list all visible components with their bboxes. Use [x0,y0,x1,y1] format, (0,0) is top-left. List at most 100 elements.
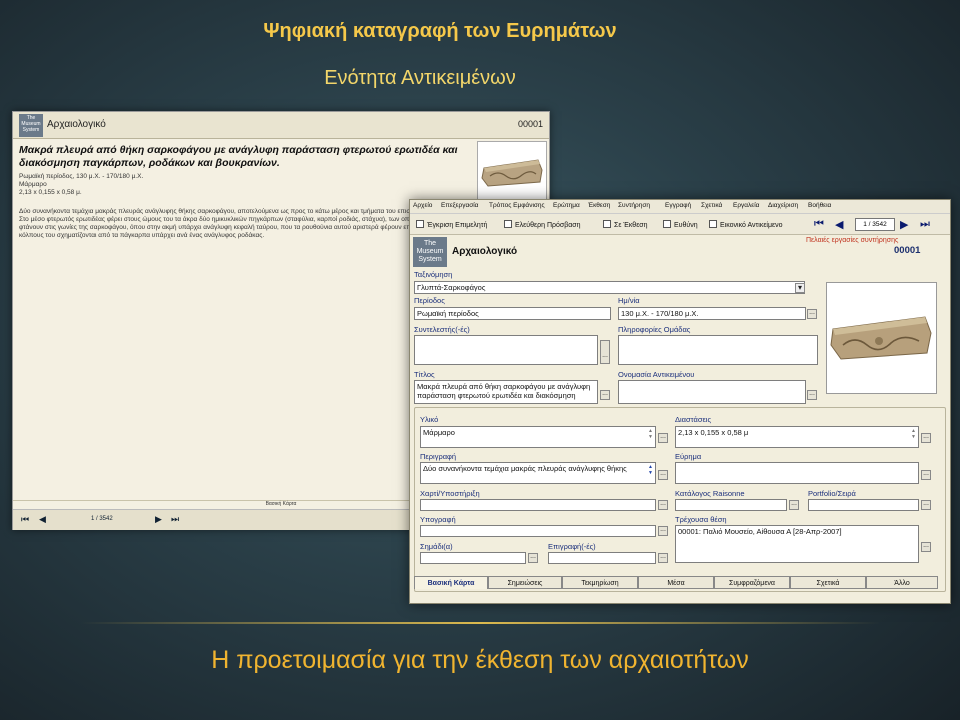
slide-footer: Η προετοιμασία για την έκθεση των αρχαιο… [211,646,749,674]
museum-system-logo: The Museum System [19,114,43,137]
portfolio-label: Portfolio/Σειρά [808,489,856,498]
scroll-arrows-icon: ▲ ▼ [911,428,916,440]
slide-title: Ψηφιακή καταγραφή των Ευρημάτων [263,20,617,42]
sarcophagus-photo [477,141,547,201]
back-window-header: The Museum System Αρχαιολογικό 00001 [13,112,549,139]
title-label: Τίτλος [414,370,435,379]
tab-context[interactable]: Συμφραζόμενα [714,576,790,589]
raisonne-lookup-button[interactable]: ... [789,500,799,510]
signature-field[interactable] [420,525,656,537]
marks-field[interactable] [420,552,526,564]
checkbox-on-display[interactable]: Σε Έκθεση [603,220,648,229]
find-label: Εύρημα [675,452,702,461]
prev-record-icon[interactable]: ◀ [835,218,843,231]
find-field[interactable] [675,462,919,484]
group-info-field[interactable] [618,335,818,365]
paper-support-label: Χαρτί/Υποστήριξη [420,489,480,498]
title-lookup-button[interactable]: ... [600,390,610,400]
record-tabs: Βασική Κάρτα Σημειώσεις Τεκμηρίωση Μέσα … [410,576,950,590]
description-line: Στο μέσο φτερωτός ερωτιδέας φέρει στους … [19,216,410,223]
last-record-icon[interactable]: ⏭ [920,218,930,231]
menu-item-edit[interactable]: Επεξεργασία [441,202,478,209]
signature-lookup-button[interactable]: ... [658,526,668,536]
menu-item-file[interactable]: Αρχείο [413,202,432,209]
menu-item-exhibition[interactable]: Έκθεση [588,202,610,209]
next-record-icon[interactable]: ▶ [155,514,162,525]
raisonne-field[interactable] [675,499,787,511]
period-label: Περίοδος [414,296,445,305]
group-info-label: Πληροφορίες Ομάδας [618,325,691,334]
object-name-lookup-button[interactable]: ... [807,390,817,400]
menu-item-admin[interactable]: Διαχείριση [768,202,798,209]
menu-item-view[interactable]: Τρόπος Εμφάνισης [489,202,545,209]
menu-item-help[interactable]: Βοήθεια [808,202,831,209]
prev-record-icon[interactable]: ◀ [39,514,46,525]
location-lookup-button[interactable]: ... [921,542,931,552]
raisonne-label: Κατάλογος Raisonne [675,489,745,498]
record-counter: 1 / 3542 [91,516,113,522]
record-counter[interactable]: 1 / 3542 [855,218,895,231]
dimensions-lookup-button[interactable]: ... [921,433,931,443]
title-field[interactable]: Μακρά πλευρά από θήκη σαρκοφάγου με ανάγ… [414,380,598,404]
period-field[interactable]: Ρωμαϊκή περίοδος [414,307,611,320]
menu-item-record[interactable]: Εγγραφή [665,202,691,209]
description-lookup-button[interactable]: ... [658,470,668,480]
front-window: Αρχείο Επεξεργασία Τρόπος Εμφάνισης Ερώτ… [409,199,951,604]
scroll-arrows-icon[interactable]: ▲ ▼ [647,464,654,476]
date-field[interactable]: 130 μ.Χ. - 170/180 μ.Χ. [618,307,806,320]
contributors-label: Συντελεστής(-ές) [414,325,470,334]
description-field[interactable]: Δύο συνανήκοντα τεμάχια μακράς πλευράς α… [420,462,656,484]
tab-notes[interactable]: Σημειώσεις [488,576,562,589]
conservation-link[interactable]: Πελαιές εργασίες συντήρησης [806,237,898,244]
current-location-field[interactable]: 00001: Παλιό Μουσείο, Αίθουσα Α [28-Απρ-… [675,525,919,563]
classification-label: Ταξινόμηση [414,270,453,279]
current-location-label: Τρέχουσα θέση [675,515,727,524]
object-name-label: Ονομασία Αντικειμένου [618,370,695,379]
description-line: Δύο συνανήκοντα τεμάχια μακράς πλευράς α… [19,208,411,215]
next-record-icon[interactable]: ▶ [900,218,908,231]
date-picker-button[interactable]: ... [807,309,817,319]
inscription-field[interactable] [548,552,656,564]
material-lookup-button[interactable]: ... [658,433,668,443]
marks-label: Σημάδι(α) [420,542,453,551]
tab-basic-card[interactable]: Βασική Κάρτα [414,576,488,589]
menu-item-query[interactable]: Ερώτημα [553,202,580,209]
department-name: Αρχαιολογικό [47,119,106,130]
first-record-icon[interactable]: ⏮ [21,514,29,525]
dimensions-field[interactable]: 2,13 x 0,155 x 0,58 μ [675,426,919,448]
first-record-icon[interactable]: ⏮ [814,218,824,231]
checkbox-free-access[interactable]: Ελεύθερη Πρόσβαση [504,220,581,229]
tab-related[interactable]: Σχετικά [790,576,866,589]
menu-item-conservation[interactable]: Συντήρηση [618,202,650,209]
portfolio-field[interactable] [808,499,919,511]
material-field[interactable]: Μάρμαρο [420,426,656,448]
tab-media[interactable]: Μέσα [638,576,714,589]
material-label: Υλικό [420,415,439,424]
checkbox-virtual-object[interactable]: Εικονικό Αντικείμενο [709,220,783,229]
checkbox-curator-approval[interactable]: Έγκριση Επιμελητή [416,220,487,229]
sarcophagus-photo [826,282,937,394]
portfolio-lookup-button[interactable]: ... [921,500,931,510]
paper-support-lookup-button[interactable]: ... [658,500,668,510]
menu-item-related[interactable]: Σχετικά [701,202,722,209]
menu-item-tools[interactable]: Εργαλεία [733,202,759,209]
description-label: Περιγραφή [420,452,457,461]
description-line: κόλπους του σχηματίζονται από τα πάγκαρπ… [19,232,265,239]
contributors-field[interactable] [414,335,598,365]
chevron-down-icon[interactable]: ▾ [795,283,805,293]
inscription-label: Επιγραφή(-ές) [548,542,596,551]
inscription-lookup-button[interactable]: ... [658,553,668,563]
scroll-arrows-icon: ▲ ▼ [648,428,653,440]
object-name-field[interactable] [618,380,806,404]
tab-other[interactable]: Άλλο [866,576,938,589]
checkbox-responsibility[interactable]: Ευθύνη [663,220,698,229]
contributors-lookup-button[interactable]: ... [600,340,610,364]
tab-documentation[interactable]: Τεκμηρίωση [562,576,638,589]
slide-subtitle: Ενότητα Αντικειμένων [324,67,516,89]
dimensions-label: Διαστάσεις [675,415,712,424]
paper-support-field[interactable] [420,499,656,511]
classification-select[interactable]: Γλυπτά-Σαρκοφάγος [414,281,805,294]
last-record-icon[interactable]: ⏭ [171,514,179,525]
marks-lookup-button[interactable]: ... [528,553,538,563]
find-lookup-button[interactable]: ... [921,470,931,480]
